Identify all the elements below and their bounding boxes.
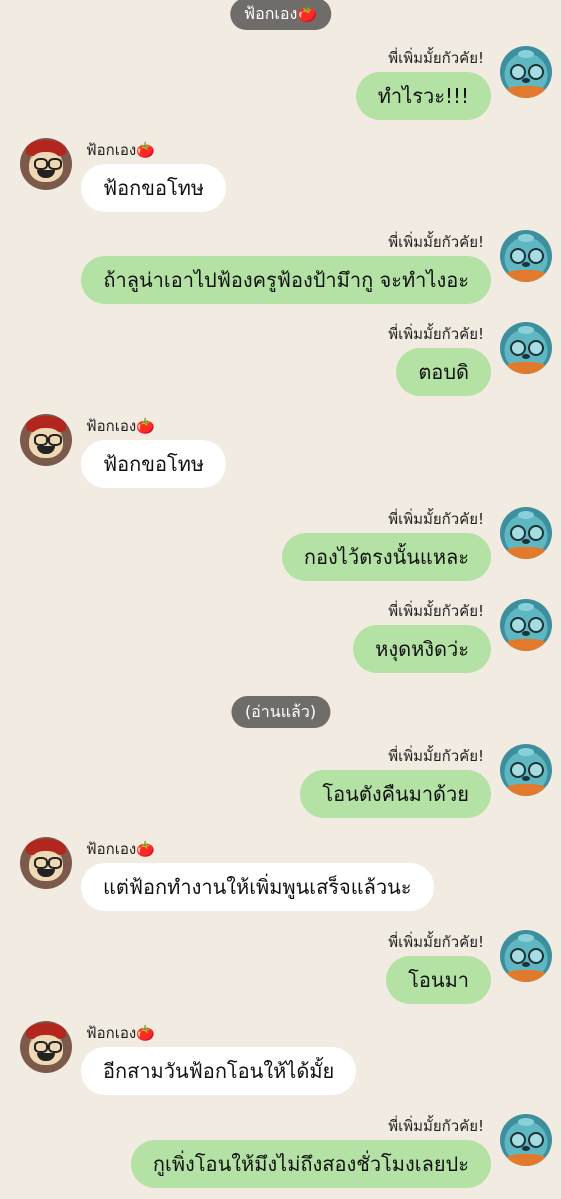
sender-label-pill: ฟ้อกเอง🍅 bbox=[229, 0, 332, 30]
message-bubble-outgoing[interactable]: โอนตังคืนมาด้วย bbox=[300, 770, 491, 818]
sender-name: พี่เพิ่มมั้ยกัวคัย! bbox=[388, 325, 484, 343]
sender-name: พี่เพิ่มมั้ยกัวคัย! bbox=[388, 510, 484, 528]
sender-name: พี่เพิ่มมั้ยกัวคัย! bbox=[388, 602, 484, 620]
message-bubble-outgoing[interactable]: หงุดหงิดว่ะ bbox=[353, 625, 491, 673]
message-bubble-incoming[interactable]: แต่ฟ้อกทำงานให้เพิ่มพูนเสร็จแล้วนะ bbox=[81, 863, 434, 911]
avatar-me[interactable] bbox=[500, 46, 552, 98]
message-bubble-incoming[interactable]: ฟ้อกขอโทษ bbox=[81, 440, 227, 488]
avatar-other[interactable] bbox=[20, 414, 72, 466]
sender-name: พี่เพิ่มมั้ยกัวคัย! bbox=[388, 233, 484, 251]
message-bubble-incoming[interactable]: อีกสามวันฟ้อกโอนให้ได้มั้ย bbox=[81, 1047, 357, 1095]
sender-name: พี่เพิ่มมั้ยกัวคัย! bbox=[388, 1117, 484, 1135]
sender-name: ฟ้อกเอง🍅 bbox=[86, 1024, 155, 1042]
avatar-other[interactable] bbox=[20, 138, 72, 190]
avatar-me[interactable] bbox=[500, 507, 552, 559]
message-bubble-outgoing[interactable]: กูเพิ่งโอนให้มึงไม่ถึงสองชั่วโมงเลยปะ bbox=[130, 1140, 491, 1188]
avatar-me[interactable] bbox=[500, 930, 552, 982]
sender-name: พี่เพิ่มมั้ยกัวคัย! bbox=[388, 747, 484, 765]
read-status-pill: (อ่านแล้ว) bbox=[230, 696, 331, 728]
avatar-me[interactable] bbox=[500, 599, 552, 651]
message-bubble-outgoing[interactable]: โอนมา bbox=[386, 956, 491, 1004]
message-bubble-incoming[interactable]: ฟ้อกขอโทษ bbox=[81, 164, 227, 212]
avatar-me[interactable] bbox=[500, 744, 552, 796]
avatar-other[interactable] bbox=[20, 1021, 72, 1073]
sender-name: ฟ้อกเอง🍅 bbox=[86, 417, 155, 435]
sender-name: ฟ้อกเอง🍅 bbox=[86, 141, 155, 159]
avatar-other[interactable] bbox=[20, 837, 72, 889]
message-bubble-outgoing[interactable]: กองไว้ตรงนั้นแหละ bbox=[281, 533, 491, 581]
message-bubble-outgoing[interactable]: ถ้าลูน่าเอาไปฟ้องครูฟ้องป้ามึากู จะทำไงอ… bbox=[81, 256, 491, 304]
sender-name: ฟ้อกเอง🍅 bbox=[86, 840, 155, 858]
avatar-me[interactable] bbox=[500, 322, 552, 374]
message-bubble-outgoing[interactable]: ตอบดิ bbox=[396, 348, 491, 396]
message-bubble-outgoing[interactable]: ทำไรวะ!!! bbox=[355, 72, 491, 120]
sender-name: พี่เพิ่มมั้ยกัวคัย! bbox=[388, 49, 484, 67]
sender-name: พี่เพิ่มมั้ยกัวคัย! bbox=[388, 933, 484, 951]
avatar-me[interactable] bbox=[500, 1114, 552, 1166]
avatar-me[interactable] bbox=[500, 230, 552, 282]
